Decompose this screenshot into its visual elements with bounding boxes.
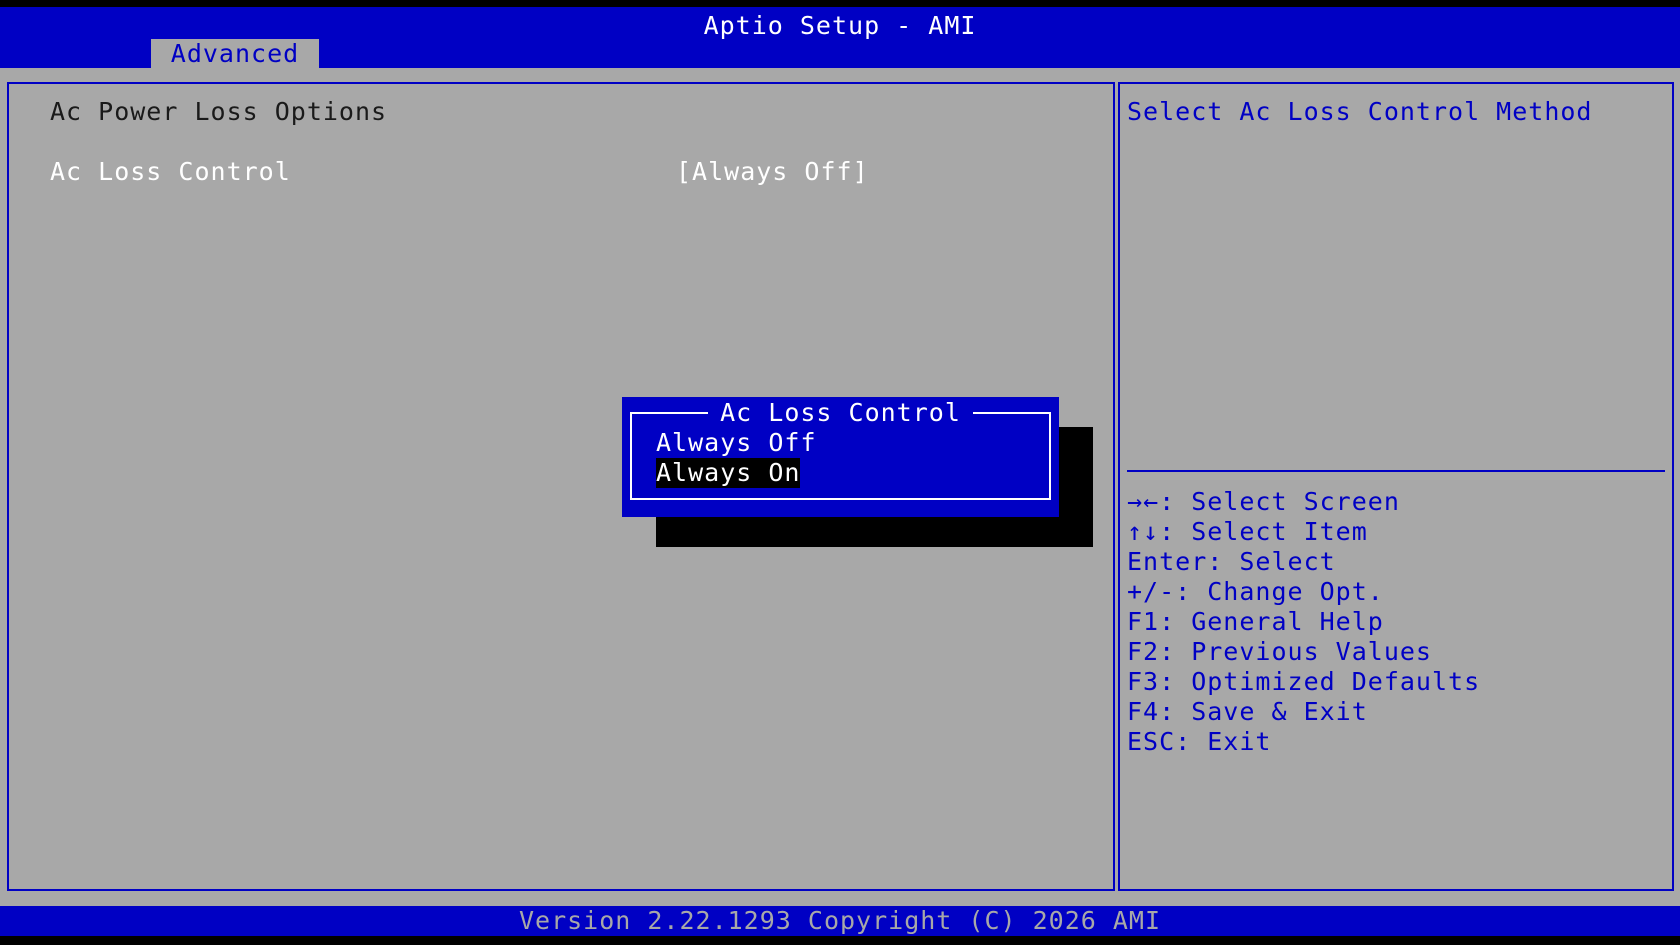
key-hint-general-help: F1: General Help bbox=[1127, 607, 1384, 636]
help-divider bbox=[1127, 470, 1665, 472]
footer-bar: Version 2.22.1293 Copyright (C) 2026 AMI bbox=[0, 906, 1680, 936]
header-bar: Aptio Setup - AMI Advanced bbox=[0, 7, 1680, 68]
section-title: Ac Power Loss Options bbox=[50, 97, 388, 126]
key-hint-select-screen: →←: Select Screen bbox=[1127, 487, 1400, 516]
popup-option-always-off[interactable]: Always Off bbox=[656, 428, 817, 458]
key-hint-previous-values: F2: Previous Values bbox=[1127, 637, 1432, 666]
setting-value-ac-loss-control[interactable]: [Always Off] bbox=[676, 157, 869, 187]
tab-advanced[interactable]: Advanced bbox=[151, 39, 319, 68]
help-description: Select Ac Loss Control Method bbox=[1127, 97, 1593, 126]
version-copyright: Version 2.22.1293 Copyright (C) 2026 AMI bbox=[518, 906, 1162, 935]
key-hint-optimized-defaults: F3: Optimized Defaults bbox=[1127, 667, 1481, 696]
popup-title: Ac Loss Control bbox=[622, 397, 1059, 429]
app-title: Aptio Setup - AMI bbox=[703, 11, 977, 40]
key-hint-change-opt: +/-: Change Opt. bbox=[1127, 577, 1384, 606]
key-hint-save-exit: F4: Save & Exit bbox=[1127, 697, 1368, 726]
key-legend: →←: Select Screen ↑↓: Select Item Enter:… bbox=[1127, 487, 1480, 757]
key-hint-enter: Enter: Select bbox=[1127, 547, 1336, 576]
key-hint-exit: ESC: Exit bbox=[1127, 727, 1272, 756]
key-hint-select-item: ↑↓: Select Item bbox=[1127, 517, 1368, 546]
popup-option-always-on[interactable]: Always On bbox=[656, 458, 801, 488]
option-popup: Ac Loss Control Always Off Always On bbox=[622, 397, 1059, 517]
setting-label-ac-loss-control[interactable]: Ac Loss Control bbox=[50, 157, 291, 187]
popup-title-text: Ac Loss Control bbox=[708, 398, 973, 427]
